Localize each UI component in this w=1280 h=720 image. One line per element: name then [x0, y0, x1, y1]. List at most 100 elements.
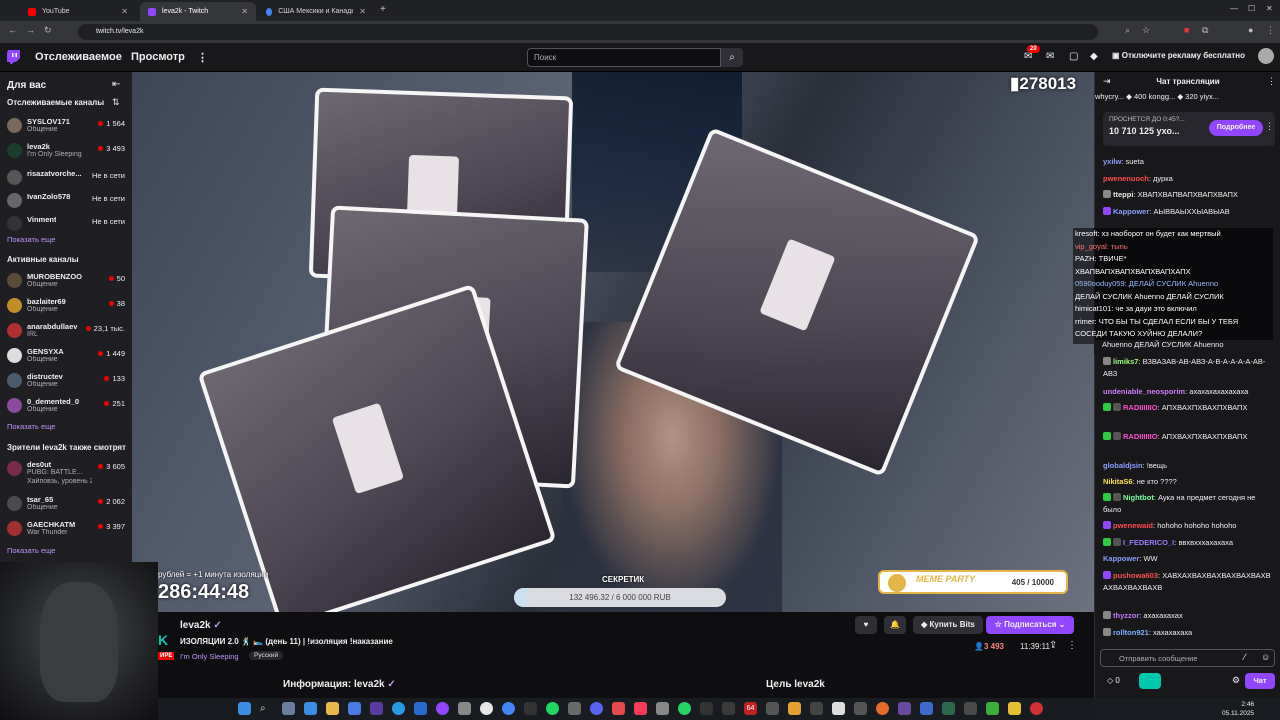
- emote-picker-icon[interactable]: ☺: [1261, 652, 1270, 662]
- whispers-icon[interactable]: ✉: [1046, 51, 1054, 62]
- chat-username[interactable]: pushowa603: [1113, 571, 1158, 580]
- search-icon[interactable]: ⌕: [721, 48, 743, 67]
- collapse-sidebar-icon[interactable]: ⇤: [112, 79, 120, 90]
- discord-icon[interactable]: [590, 702, 603, 715]
- browser-tab-maps[interactable]: США Мексики и Канады - Пои ✕: [258, 2, 374, 21]
- turbo-button[interactable]: ▣ Отключите рекламу бесплатно: [1112, 51, 1245, 60]
- search-input[interactable]: Поиск: [527, 48, 721, 67]
- slash-emote-icon[interactable]: ⁄: [1244, 652, 1246, 662]
- maximize-icon[interactable]: ☐: [1248, 4, 1255, 13]
- app-icon[interactable]: [898, 702, 911, 715]
- chat-username[interactable]: rollton921: [1113, 628, 1149, 637]
- twitch-icon[interactable]: [436, 702, 449, 715]
- show-more-link[interactable]: Показать еще: [7, 235, 55, 244]
- app-icon[interactable]: [568, 702, 581, 715]
- chat-username[interactable]: globaldjsin: [1103, 461, 1143, 470]
- back-icon[interactable]: ←: [8, 25, 17, 35]
- extensions-icon[interactable]: ⧉: [1202, 25, 1208, 36]
- chat-username[interactable]: RADIIIIIIO: [1123, 403, 1158, 412]
- sidebar-channel[interactable]: anarabdullaev IRL 23,1 тыс.: [0, 320, 132, 344]
- app-icon[interactable]: [854, 702, 867, 715]
- twitch-logo-icon[interactable]: [7, 50, 20, 64]
- chat-username[interactable]: undeniable_neosporim: [1103, 387, 1185, 396]
- system-clock[interactable]: 2:46 05.11.2025: [1222, 700, 1254, 718]
- file-explorer-icon[interactable]: [326, 702, 339, 715]
- sidebar-channel[interactable]: leva2k I'm Only Sleeping 3 493: [0, 140, 132, 164]
- sidebar-channel[interactable]: bazlaiter69 Общение 38: [0, 295, 132, 319]
- chat-username[interactable]: yxilw: [1103, 157, 1121, 166]
- terminal-icon[interactable]: [700, 702, 713, 715]
- app-icon[interactable]: [1008, 702, 1021, 715]
- sidebar-channel[interactable]: tsar_65 Общение 2 062: [0, 493, 132, 517]
- chat-send-button[interactable]: Чат: [1245, 673, 1275, 689]
- app-icon[interactable]: [832, 702, 845, 715]
- widgets-icon[interactable]: [304, 702, 317, 715]
- buy-bits-button[interactable]: ◆ Купить Bits: [913, 616, 983, 634]
- app-icon[interactable]: [810, 702, 823, 715]
- app-icon[interactable]: [964, 702, 977, 715]
- profile-icon[interactable]: ●: [1248, 25, 1253, 35]
- spotify-icon[interactable]: [546, 702, 559, 715]
- bonus-chest-icon[interactable]: [1139, 673, 1161, 689]
- sidebar-channel[interactable]: Vinment Не в сети: [0, 213, 132, 237]
- sidebar-channel[interactable]: risazatvorche... Не в сети: [0, 167, 132, 191]
- close-icon[interactable]: ✕: [241, 7, 248, 16]
- browser-tab-twitch[interactable]: leva2k - Twitch ✕: [140, 2, 256, 21]
- bits-leaderboard[interactable]: whycry... ◆ 400 kongg... ◆ 320 yiyx...: [1095, 92, 1280, 110]
- chat-username[interactable]: pwenewaid: [1113, 521, 1153, 530]
- steam-icon[interactable]: [414, 702, 427, 715]
- app-icon[interactable]: [942, 702, 955, 715]
- app-icon[interactable]: [348, 702, 361, 715]
- music-icon[interactable]: [634, 702, 647, 715]
- windows-start-icon[interactable]: [238, 702, 251, 715]
- share-icon[interactable]: ⇪: [1049, 640, 1057, 651]
- menu-dots-icon[interactable]: ⋮: [1266, 25, 1275, 36]
- chat-username[interactable]: tteppi: [1113, 190, 1133, 199]
- language-tag[interactable]: Русский: [249, 651, 284, 660]
- close-icon[interactable]: ✕: [359, 7, 366, 16]
- chat-username[interactable]: limiks7: [1113, 357, 1138, 366]
- bookmark-star-icon[interactable]: ☆: [1142, 25, 1150, 36]
- app-icon[interactable]: [722, 702, 735, 715]
- telegram-icon[interactable]: [392, 702, 405, 715]
- chat-username[interactable]: I_FEDERICO_I: [1123, 538, 1174, 547]
- app-icon[interactable]: [370, 702, 383, 715]
- zoom-icon[interactable]: ⌕: [1125, 25, 1130, 36]
- chat-username[interactable]: Nightbot: [1123, 493, 1154, 502]
- prediction-details-button[interactable]: Подробнее: [1209, 120, 1263, 136]
- close-window-icon[interactable]: ✕: [1266, 4, 1273, 13]
- close-icon[interactable]: ✕: [121, 7, 128, 16]
- url-input[interactable]: twitch.tv/leva2k: [78, 24, 1098, 40]
- yandex-icon[interactable]: [480, 702, 493, 715]
- pinned-prediction[interactable]: ПРОСНЕТСЯ ДО 0:45?... 10 710 125 ухо... …: [1103, 112, 1275, 146]
- sidebar-channel[interactable]: IvanZolo578 Не в сети: [0, 190, 132, 214]
- notification-bell-icon[interactable]: 🔔: [884, 616, 906, 634]
- sidebar-channel[interactable]: GAECHKATM War Thunder 3 397: [0, 518, 132, 542]
- minimize-icon[interactable]: —: [1230, 4, 1238, 13]
- more-dots-icon[interactable]: ⋮: [1067, 640, 1077, 651]
- browser-tab-youtube[interactable]: YouTube ✕: [20, 2, 136, 21]
- sidebar-channel[interactable]: distructev Общение 133: [0, 370, 132, 394]
- subscribe-button[interactable]: ☆ Подписаться ⌄: [986, 616, 1074, 634]
- app-icon[interactable]: [524, 702, 537, 715]
- show-more-link[interactable]: Показать еще: [7, 422, 55, 431]
- chat-username[interactable]: Kappower: [1113, 207, 1149, 216]
- chat-username[interactable]: thyzzor: [1113, 611, 1139, 620]
- chat-username[interactable]: pwenenuoch: [1103, 174, 1149, 183]
- task-view-icon[interactable]: [282, 702, 295, 715]
- app-icon[interactable]: [986, 702, 999, 715]
- chat-settings-icon[interactable]: ⚙: [1232, 675, 1240, 686]
- firefox-icon[interactable]: [876, 702, 889, 715]
- sort-icon[interactable]: ⇅: [112, 97, 120, 108]
- sidebar-channel[interactable]: des0ut PUBG: BATTLE... Хайповзь, уровень…: [0, 458, 132, 490]
- avatar[interactable]: [1258, 48, 1274, 64]
- app-icon[interactable]: [612, 702, 625, 715]
- app-icon[interactable]: [920, 702, 933, 715]
- sidebar-channel[interactable]: GENSYXA Общение 1 449: [0, 345, 132, 369]
- chrome-icon[interactable]: [502, 702, 515, 715]
- search-icon[interactable]: ⌕: [260, 702, 273, 715]
- sidebar-channel[interactable]: MUROBENZOO Общение 50: [0, 270, 132, 294]
- streamer-name[interactable]: leva2k ✓: [180, 620, 222, 631]
- app-icon[interactable]: [766, 702, 779, 715]
- app-icon[interactable]: [656, 702, 669, 715]
